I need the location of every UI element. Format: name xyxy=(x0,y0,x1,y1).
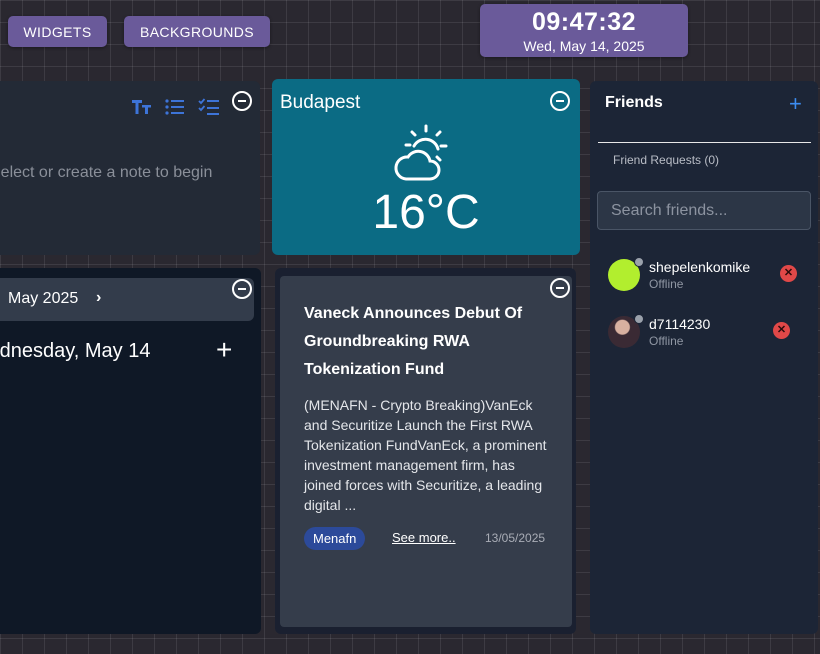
see-more-link[interactable]: See more.. xyxy=(392,530,456,545)
status-dot xyxy=(634,257,644,267)
calendar-widget: May 2025 › Wednesday, May 14 + xyxy=(0,268,261,634)
clock-date: Wed, May 14, 2025 xyxy=(523,38,645,54)
partly-cloudy-sun-icon xyxy=(394,124,448,181)
weather-widget: Budapest 16°C xyxy=(272,79,580,255)
friend-requests-tab[interactable]: Friend Requests (0) xyxy=(613,153,719,167)
news-summary: (MENAFN - Crypto Breaking)VanEck and Sec… xyxy=(304,397,547,513)
clock-time: 09:47:32 xyxy=(531,8,637,36)
remove-friend-icon[interactable]: ✕ xyxy=(780,265,797,282)
bullet-list-icon[interactable] xyxy=(165,98,185,116)
status-dot xyxy=(634,314,644,324)
calendar-month: May 2025 xyxy=(8,290,79,307)
friend-item[interactable]: d7114230 Offline ✕ xyxy=(608,312,808,352)
add-friend-button[interactable]: + xyxy=(789,91,802,117)
news-widget: Vaneck Announces Debut Of Groundbreaking… xyxy=(275,268,576,634)
checklist-icon[interactable] xyxy=(198,98,220,116)
news-source-badge[interactable]: Menafn xyxy=(304,527,366,550)
add-event-button[interactable]: + xyxy=(216,334,232,366)
weather-city: Budapest xyxy=(280,92,361,113)
notes-empty-message: Select or create a note to begin xyxy=(0,164,213,181)
news-date: 13/05/2025 xyxy=(485,531,546,545)
friend-status: Offline xyxy=(649,334,684,348)
weather-temperature: 16°C xyxy=(372,186,480,239)
search-friends-input[interactable] xyxy=(597,191,811,230)
text-size-icon[interactable] xyxy=(131,98,153,116)
friends-title: Friends xyxy=(605,94,663,111)
friend-item[interactable]: shepelenkomike Offline ✕ xyxy=(608,255,808,295)
chevron-right-icon[interactable]: › xyxy=(96,289,101,307)
news-title[interactable]: Vaneck Announces Debut Of Groundbreaking… xyxy=(304,300,554,384)
widgets-button[interactable]: WIDGETS xyxy=(8,16,107,47)
weather-remove-widget-icon[interactable] xyxy=(550,91,570,111)
remove-friend-icon[interactable]: ✕ xyxy=(773,322,790,339)
friends-panel: Friends + Friend Requests (0) shepelenko… xyxy=(590,81,818,634)
friend-name: d7114230 xyxy=(649,316,711,332)
news-remove-widget-icon[interactable] xyxy=(550,278,570,298)
clock-widget: 09:47:32 Wed, May 14, 2025 xyxy=(480,4,688,57)
calendar-selected-day: Wednesday, May 14 xyxy=(0,340,151,362)
divider xyxy=(598,142,811,143)
friend-name: shepelenkomike xyxy=(649,259,751,275)
calendar-header: May 2025 › xyxy=(0,278,254,321)
calendar-remove-widget-icon[interactable] xyxy=(232,279,252,299)
friend-status: Offline xyxy=(649,277,684,291)
notes-remove-widget-icon[interactable] xyxy=(232,91,252,111)
news-card: Vaneck Announces Debut Of Groundbreaking… xyxy=(280,276,572,627)
backgrounds-button[interactable]: BACKGROUNDS xyxy=(124,16,270,47)
